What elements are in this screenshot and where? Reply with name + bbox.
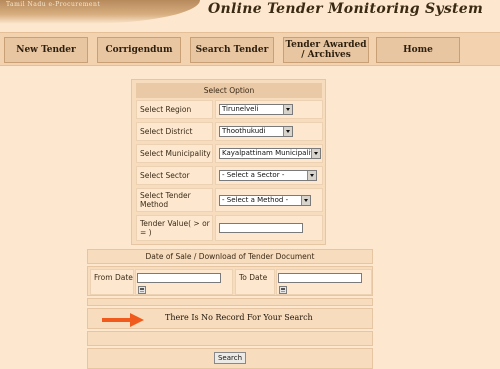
nav-search-tender[interactable]: Search Tender	[190, 37, 274, 63]
date-range-row: From Date To Date	[87, 266, 373, 296]
to-date-label: To Date	[235, 269, 275, 295]
municipality-field-cell: Kayalpattinam Municipality	[215, 144, 323, 163]
sector-label: Select Sector	[136, 166, 213, 185]
calendar-icon[interactable]	[279, 286, 287, 294]
chevron-down-icon	[283, 105, 292, 114]
district-label: Select District	[136, 122, 213, 141]
tender-value-input[interactable]	[219, 223, 303, 233]
banner-graphic: Tamil Nadu e-Procurement	[0, 0, 200, 24]
municipality-select-value: Kayalpattinam Municipality	[222, 149, 318, 157]
chevron-down-icon	[311, 149, 320, 158]
sector-select[interactable]: - Select a Sector -	[219, 170, 317, 181]
date-section-heading: Date of Sale / Download of Tender Docume…	[145, 252, 315, 261]
chevron-down-icon	[283, 127, 292, 136]
arrow-right-icon	[102, 313, 144, 327]
chevron-down-icon	[307, 171, 316, 180]
district-select[interactable]: Thoothukudi	[219, 126, 293, 137]
nav-corrigendum[interactable]: Corrigendum	[97, 37, 181, 63]
select-option-form: Select Option Select Region Tirunelveli …	[131, 79, 326, 245]
from-date-cell	[135, 269, 233, 295]
banner-text: Tamil Nadu e-Procurement	[6, 1, 101, 8]
sector-select-value: - Select a Sector -	[222, 171, 285, 179]
site-title: Online Tender Monitoring System	[208, 1, 484, 17]
method-field-cell: - Select a Method -	[215, 188, 323, 212]
form-heading: Select Option	[136, 83, 322, 98]
no-record-message: There Is No Record For Your Search	[165, 313, 313, 322]
sector-field-cell: - Select a Sector -	[215, 166, 323, 185]
region-select-value: Tirunelveli	[222, 105, 259, 113]
empty-row	[87, 331, 373, 346]
search-button[interactable]: Search	[214, 352, 246, 364]
region-field-cell: Tirunelveli	[215, 100, 323, 119]
nav-home[interactable]: Home	[376, 37, 460, 63]
chevron-down-icon	[301, 196, 310, 205]
spacer-band	[87, 298, 373, 306]
tender-value-label: Tender Value( > or = )	[136, 215, 213, 241]
nav-tender-awarded-archives[interactable]: Tender Awarded / Archives	[283, 37, 369, 63]
to-date-cell	[276, 269, 372, 295]
region-select[interactable]: Tirunelveli	[219, 104, 293, 115]
district-select-value: Thoothukudi	[222, 127, 266, 135]
region-label: Select Region	[136, 100, 213, 119]
method-select[interactable]: - Select a Method -	[219, 195, 311, 206]
header-banner: Tamil Nadu e-Procurement Online Tender M…	[0, 0, 500, 30]
from-date-input[interactable]	[137, 273, 221, 283]
municipality-label: Select Municipality	[136, 144, 213, 163]
municipality-select[interactable]: Kayalpattinam Municipality	[219, 148, 321, 159]
nav-new-tender[interactable]: New Tender	[4, 37, 88, 63]
nav-bar: New Tender Corrigendum Search Tender Ten…	[0, 32, 500, 66]
method-label: Select Tender Method	[136, 188, 213, 212]
date-section-heading-box: Date of Sale / Download of Tender Docume…	[87, 249, 373, 264]
to-date-input[interactable]	[278, 273, 362, 283]
method-select-value: - Select a Method -	[222, 196, 289, 204]
from-date-label: From Date	[90, 269, 134, 295]
district-field-cell: Thoothukudi	[215, 122, 323, 141]
tender-value-field-cell	[215, 215, 323, 241]
calendar-icon[interactable]	[138, 286, 146, 294]
